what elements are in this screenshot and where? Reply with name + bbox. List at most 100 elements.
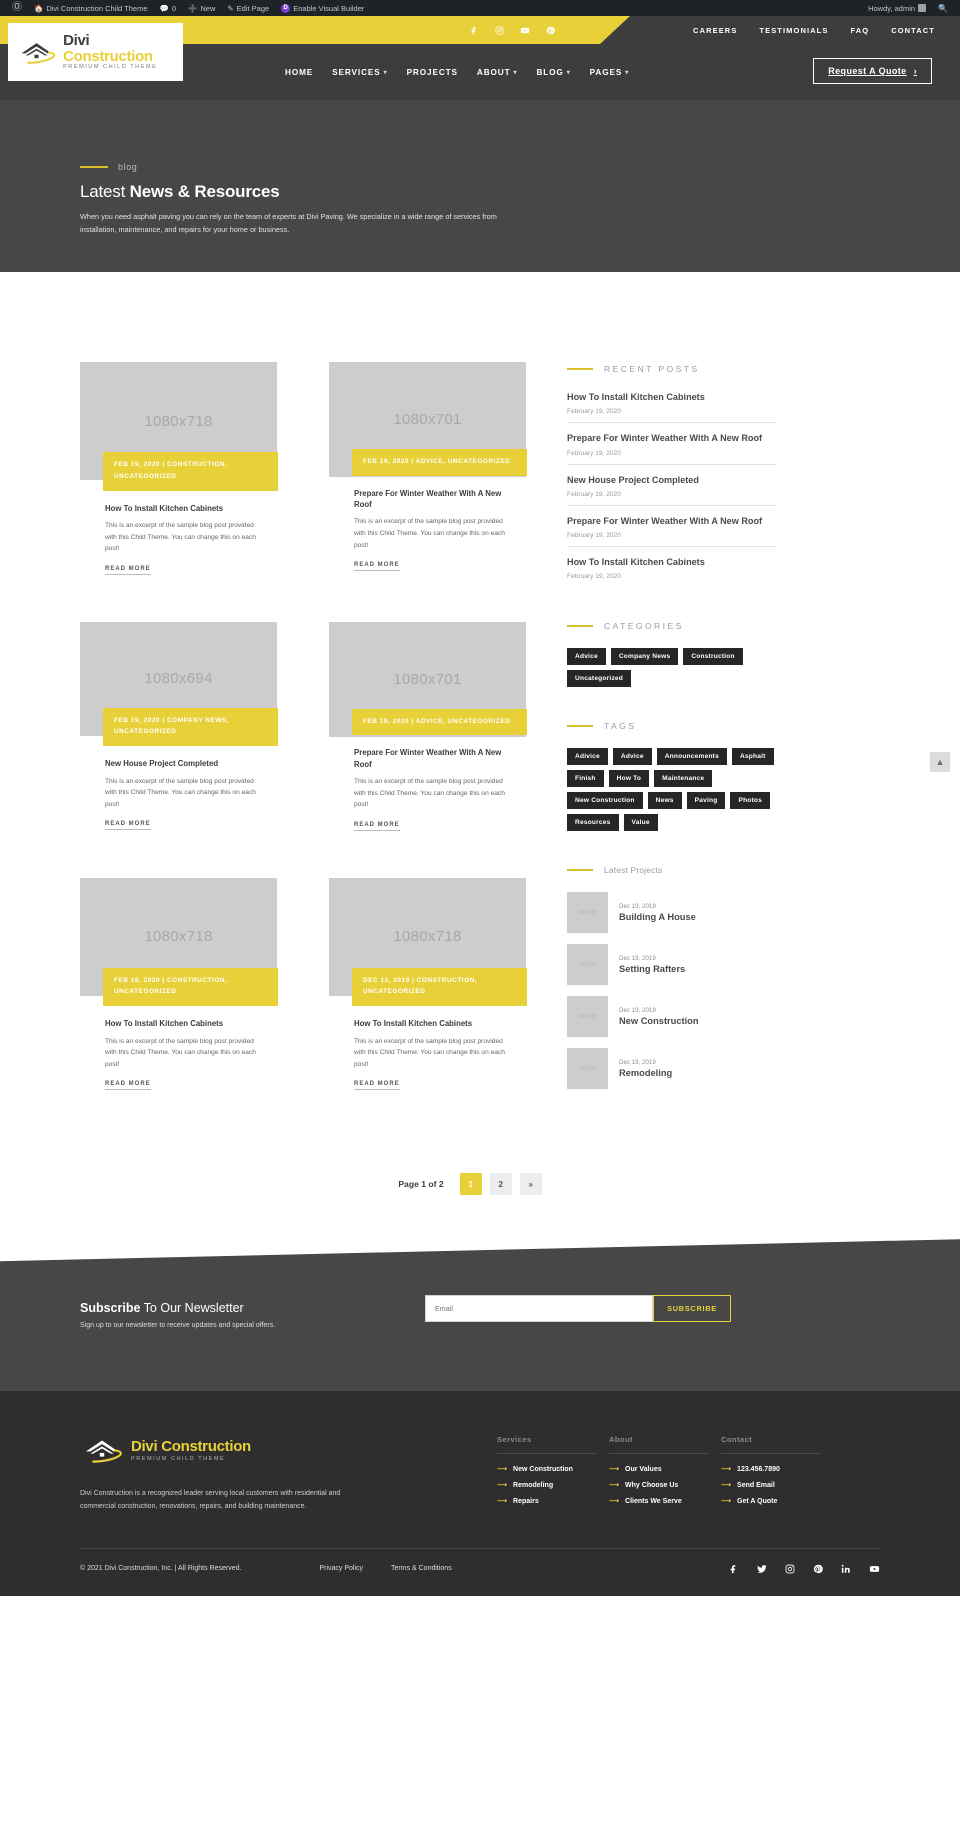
youtube-icon[interactable] [869,1564,880,1574]
project-item[interactable]: 180x115 Dec 19, 2019 Remodeling [567,1048,777,1090]
read-more-link[interactable]: READ MORE [354,1081,400,1091]
instagram-icon[interactable] [495,26,504,35]
newsletter-subscribe-button[interactable]: SUBSCRIBE [653,1295,731,1323]
post-title[interactable]: How To Install Kitchen Cabinets [105,1018,270,1029]
nav-item-pages[interactable]: PAGES ▾ [590,68,629,77]
blog-post-card[interactable]: 1080x694 FEB 19, 2020 | COMPANY NEWS, UN… [80,621,278,831]
nav-item-services[interactable]: SERVICES ▾ [332,68,387,77]
read-more-link[interactable]: READ MORE [105,821,151,831]
tag-chip[interactable]: Announcements [656,748,727,766]
footer-link[interactable]: ⟶ New Construction [497,1465,609,1474]
footer-link[interactable]: ⟶ Our Values [609,1465,721,1474]
search-icon[interactable]: 🔍 [932,4,954,13]
tag-chip[interactable]: Advice [612,748,652,766]
recent-post-link[interactable]: Prepare For Winter Weather With A New Ro… [567,432,777,444]
footer-link[interactable]: ⟶ 123.456.7890 [721,1465,833,1474]
topbar-link-contact[interactable]: CONTACT [891,26,935,35]
nav-item-projects[interactable]: PROJECTS [407,68,458,77]
post-title[interactable]: Prepare For Winter Weather With A New Ro… [354,488,519,511]
project-name[interactable]: New Construction [619,1016,699,1026]
admin-bar-edit-page[interactable]: ✎ Edit Page [221,4,275,13]
tag-chip[interactable]: Maintenance [654,770,713,788]
footer-link[interactable]: ⟶ Get A Quote [721,1497,833,1506]
youtube-icon[interactable] [520,26,530,35]
blog-post-card[interactable]: 1080x718 DEC 12, 2019 | CONSTRUCTION, UN… [329,877,527,1091]
nav-item-home[interactable]: HOME [285,68,313,77]
tag-chip[interactable]: Photos [730,792,771,810]
facebook-icon[interactable] [470,26,479,35]
category-chip[interactable]: Company News [610,648,679,666]
twitter-icon[interactable] [757,1564,767,1574]
category-chip[interactable]: Uncategorized [567,670,632,688]
blog-post-card[interactable]: 1080x701 FEB 19, 2020 | ADVICE, UNCATEGO… [329,362,527,575]
nav-item-about[interactable]: ABOUT ▾ [477,68,518,77]
site-logo[interactable]: Divi Construction PREMIUM CHILD THEME [8,23,183,81]
recent-post-item[interactable]: How To Install Kitchen Cabinets February… [567,556,777,587]
tag-chip[interactable]: Adivice [567,748,608,766]
topbar-link-careers[interactable]: CAREERS [693,26,737,35]
recent-post-link[interactable]: New House Project Completed [567,474,777,486]
blog-post-card[interactable]: 1080x718 FEB 19, 2020 | CONSTRUCTION, UN… [80,877,278,1091]
linkedin-icon[interactable] [841,1564,851,1574]
post-title[interactable]: Prepare For Winter Weather With A New Ro… [354,747,519,770]
tag-chip[interactable]: How To [608,770,650,788]
post-title[interactable]: How To Install Kitchen Cabinets [105,503,270,514]
pinterest-icon[interactable] [813,1564,823,1574]
project-item[interactable]: 180x115 Dec 19, 2019 Building A House [567,892,777,934]
recent-post-item[interactable]: Prepare For Winter Weather With A New Ro… [567,432,777,465]
topbar-link-faq[interactable]: FAQ [850,26,869,35]
admin-bar-site-name[interactable]: 🏠 Divi Construction Child Theme [28,4,154,13]
recent-post-link[interactable]: Prepare For Winter Weather With A New Ro… [567,515,777,527]
privacy-policy-link[interactable]: Privacy Policy [319,1565,363,1572]
tag-chip[interactable]: New Construction [567,792,643,810]
project-item[interactable]: 180x115 Dec 19, 2019 New Construction [567,996,777,1038]
footer-logo[interactable]: Divi Construction PREMIUM CHILD THEME [80,1435,425,1465]
read-more-link[interactable]: READ MORE [354,822,400,831]
admin-bar-new[interactable]: ➕ New [182,4,221,13]
topbar-link-testimonials[interactable]: TESTIMONIALS [759,26,828,35]
recent-post-item[interactable]: Prepare For Winter Weather With A New Ro… [567,515,777,548]
read-more-link[interactable]: READ MORE [105,1081,151,1091]
post-title[interactable]: How To Install Kitchen Cabinets [354,1018,519,1029]
footer-link[interactable]: ⟶ Send Email [721,1481,833,1490]
project-item[interactable]: 180x115 Dec 19, 2019 Setting Rafters [567,944,777,986]
read-more-link[interactable]: READ MORE [105,566,151,575]
newsletter-email-input[interactable] [425,1295,653,1323]
recent-post-link[interactable]: How To Install Kitchen Cabinets [567,556,777,568]
pagination-page-1[interactable]: 1 [459,1173,482,1196]
project-name[interactable]: Building A House [619,912,696,922]
recent-post-link[interactable]: How To Install Kitchen Cabinets [567,391,777,403]
admin-bar-comments[interactable]: 💬 0 [154,4,183,13]
tag-chip[interactable]: Asphalt [731,748,774,766]
pinterest-icon[interactable] [546,26,555,35]
tag-chip[interactable]: Resources [567,814,619,832]
wordpress-logo-icon[interactable]: Ⓞ [6,3,28,13]
pagination-next[interactable]: » [519,1173,542,1196]
pagination-page-2[interactable]: 2 [489,1173,512,1196]
category-chip[interactable]: Construction [683,648,743,666]
nav-item-blog[interactable]: BLOG ▾ [536,68,570,77]
project-name[interactable]: Setting Rafters [619,964,685,974]
footer-link[interactable]: ⟶ Repairs [497,1497,609,1506]
blog-post-card[interactable]: 1080x718 FEB 19, 2020 | CONSTRUCTION, UN… [80,362,278,575]
tag-chip[interactable]: Finish [567,770,604,788]
read-more-link[interactable]: READ MORE [354,562,400,572]
tag-chip[interactable]: Value [623,814,658,832]
request-quote-button[interactable]: Request A Quote › [813,58,932,84]
category-chip[interactable]: Advice [567,648,606,666]
admin-bar-visual-builder[interactable]: D Enable Visual Builder [275,3,370,13]
tag-chip[interactable]: Paving [686,792,726,810]
admin-bar-howdy[interactable]: Howdy, admin [862,4,932,13]
post-title[interactable]: New House Project Completed [105,758,270,769]
scroll-to-top-button[interactable]: ▲ [930,752,950,772]
project-name[interactable]: Remodeling [619,1068,672,1078]
footer-link[interactable]: ⟶ Why Choose Us [609,1481,721,1490]
recent-post-item[interactable]: New House Project Completed February 19,… [567,474,777,506]
tag-chip[interactable]: News [647,792,682,810]
footer-link[interactable]: ⟶ Clients We Serve [609,1497,721,1506]
footer-link[interactable]: ⟶ Remodeling [497,1481,609,1490]
instagram-icon[interactable] [785,1564,795,1574]
blog-post-card[interactable]: 1080x701 FEB 19, 2020 | ADVICE, UNCATEGO… [329,621,527,831]
recent-post-item[interactable]: How To Install Kitchen Cabinets February… [567,391,777,424]
facebook-icon[interactable] [729,1564,739,1574]
